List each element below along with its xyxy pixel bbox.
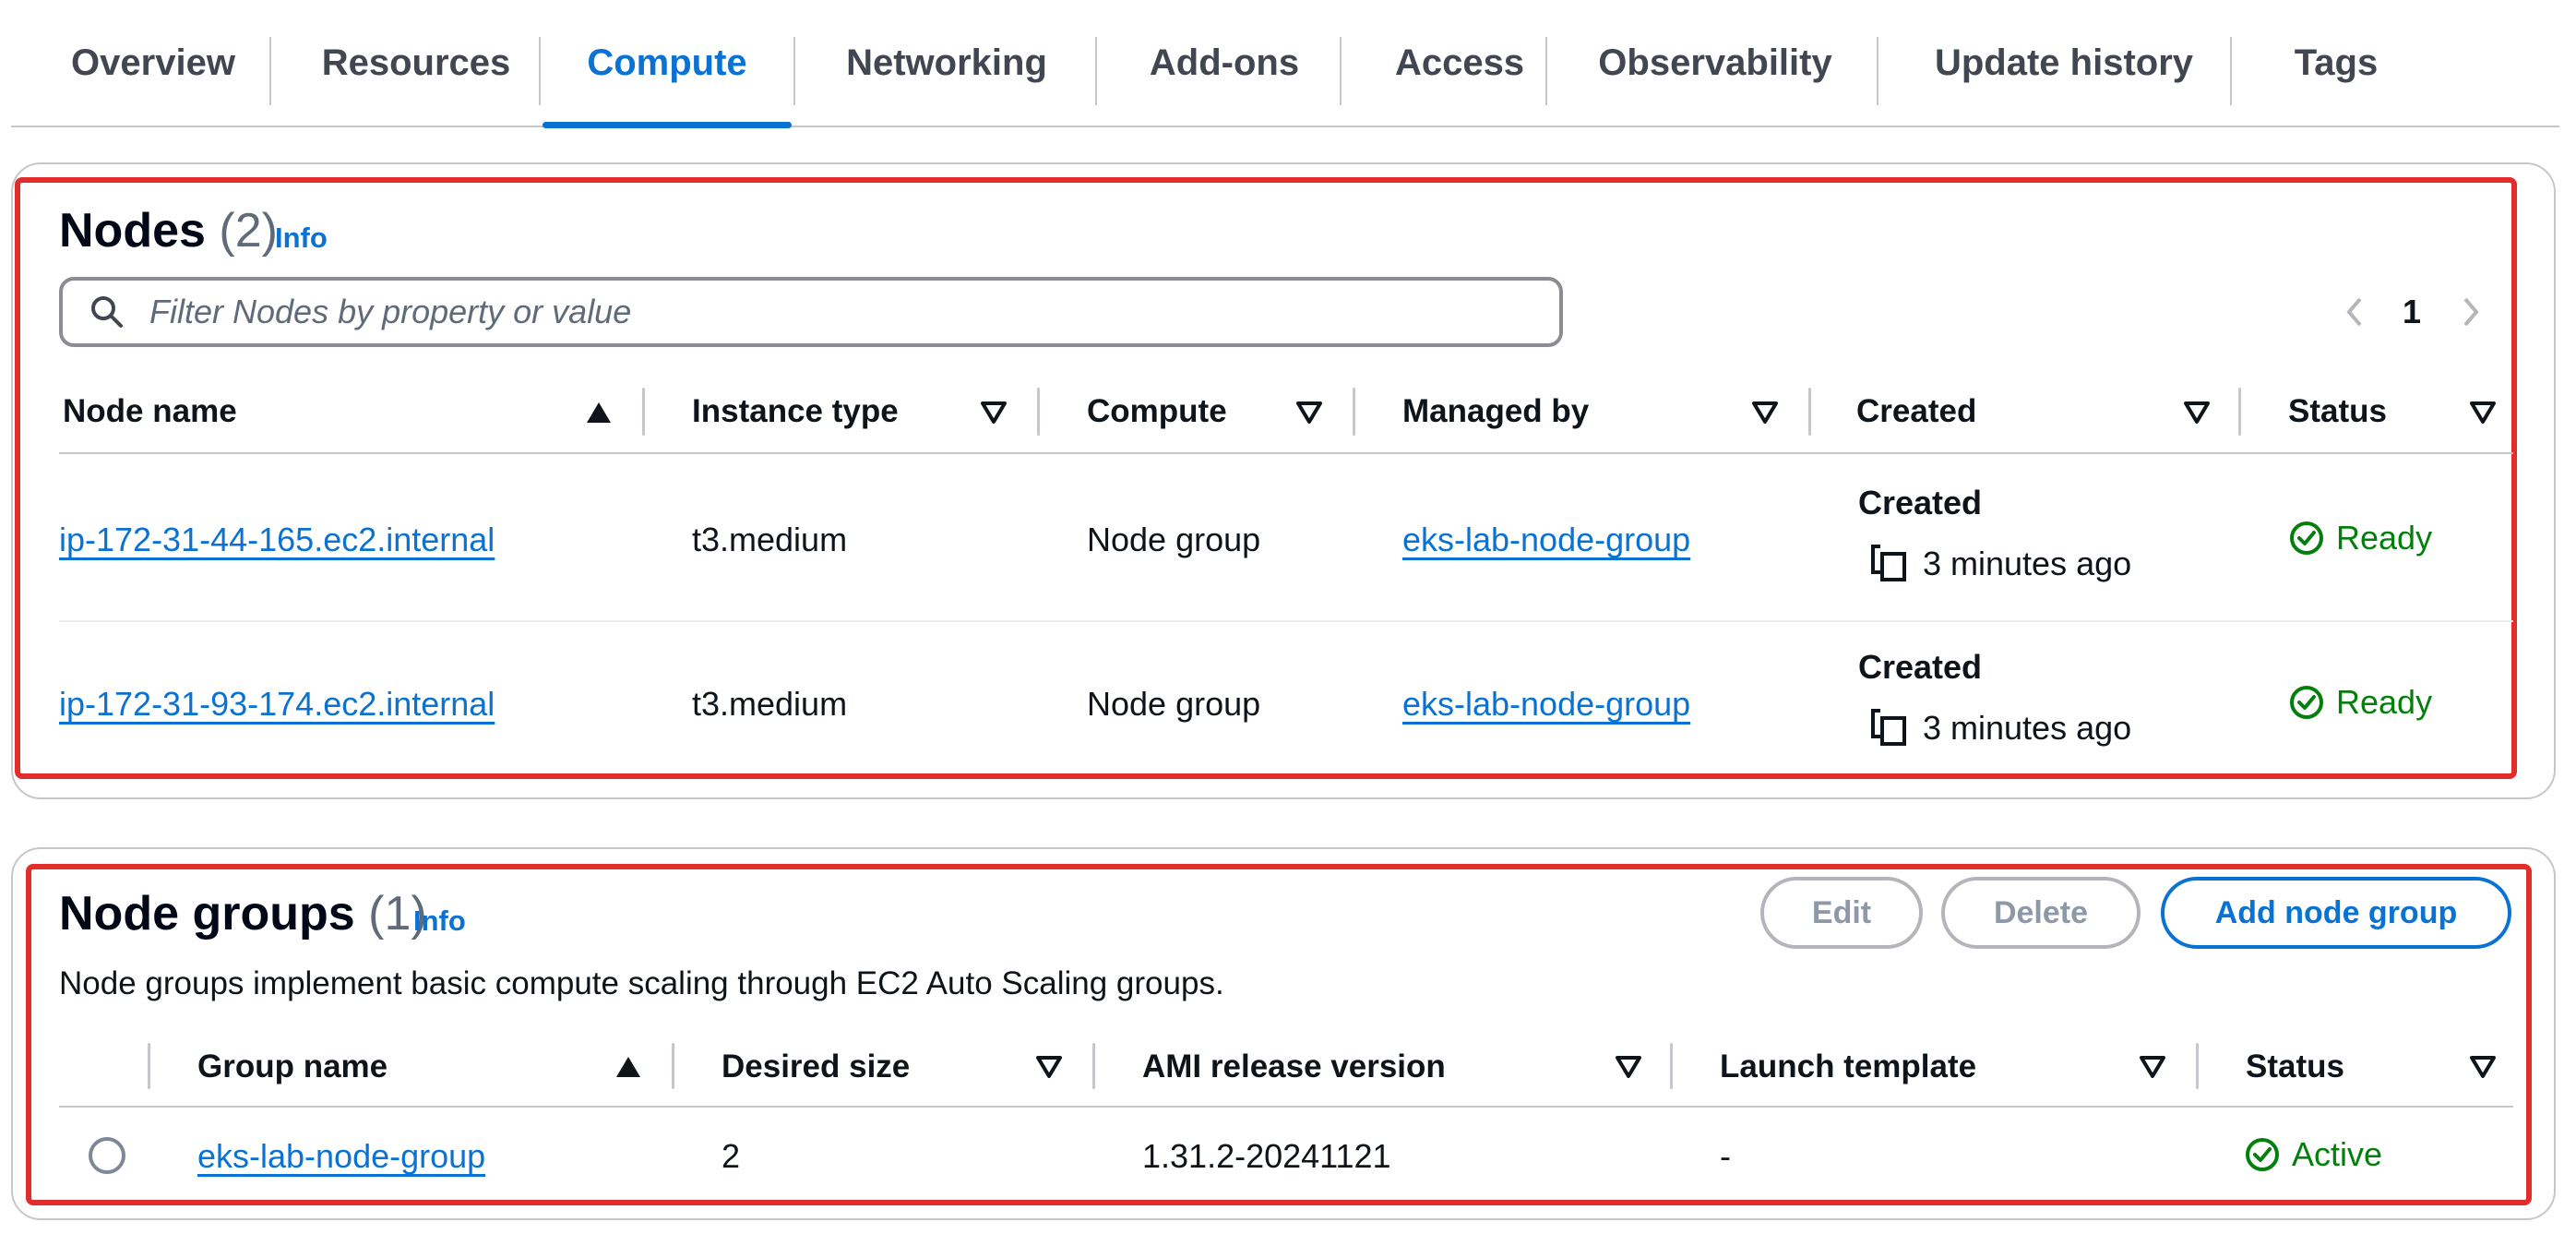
node-groups-description: Node groups implement basic compute scal… (59, 965, 1224, 1001)
status-text: Ready (2336, 683, 2433, 721)
copy-icon[interactable] (1869, 543, 1910, 583)
sort-ascending-icon[interactable] (614, 1055, 642, 1079)
tab-add-ons[interactable]: Add-ons (1108, 0, 1341, 126)
status-badge: Ready (2288, 683, 2432, 722)
nodes-title-text: Nodes (59, 204, 206, 258)
edit-button[interactable]: Edit (1760, 877, 1923, 949)
column-resizer[interactable] (1353, 388, 1355, 436)
sort-icon[interactable] (1615, 1055, 1642, 1079)
created-time: 3 minutes ago (1923, 545, 2132, 582)
tab-divider (1545, 37, 1547, 105)
col-header-group-name[interactable]: Group name (197, 1048, 388, 1085)
sort-icon[interactable] (2139, 1055, 2166, 1079)
col-header-ami-release-version[interactable]: AMI release version (1142, 1048, 1446, 1085)
table-header-divider (59, 1106, 2513, 1108)
tab-divider (269, 37, 271, 105)
tab-tags[interactable]: Tags (2243, 0, 2429, 126)
table-header-divider (59, 452, 2513, 454)
column-resizer[interactable] (1092, 1043, 1095, 1089)
page-number[interactable]: 1 (2403, 293, 2421, 331)
tab-update-history[interactable]: Update history (1890, 0, 2238, 126)
column-resizer[interactable] (1670, 1043, 1673, 1089)
sort-icon[interactable] (2183, 401, 2211, 425)
created-label: Created (1858, 484, 1983, 521)
desired-size-cell: 2 (722, 1137, 741, 1175)
instance-type-cell: t3.medium (692, 521, 848, 558)
copy-icon[interactable] (1869, 707, 1910, 748)
sort-icon[interactable] (1035, 1055, 1063, 1079)
compute-cell: Node group (1087, 521, 1261, 558)
nodes-count: (2) (219, 204, 278, 258)
row-divider (59, 620, 2513, 622)
column-resizer[interactable] (672, 1043, 674, 1089)
delete-button[interactable]: Delete (1941, 877, 2141, 949)
column-resizer[interactable] (642, 388, 645, 436)
col-header-compute[interactable]: Compute (1087, 393, 1227, 430)
col-header-instance-type[interactable]: Instance type (692, 393, 899, 430)
tab-divider (793, 37, 795, 105)
pagination: 1 (2342, 277, 2484, 347)
chevron-left-icon[interactable] (2342, 294, 2369, 330)
chevron-right-icon[interactable] (2456, 294, 2484, 330)
col-header-created[interactable]: Created (1856, 393, 1976, 430)
column-resizer[interactable] (1808, 388, 1811, 436)
tab-divider (1340, 37, 1342, 105)
nodes-filter-input[interactable] (148, 292, 1535, 332)
group-name-link[interactable]: eks-lab-node-group (197, 1137, 485, 1176)
sort-icon[interactable] (980, 401, 1008, 425)
column-resizer[interactable] (2238, 388, 2241, 436)
search-icon (91, 296, 123, 328)
launch-template-cell: - (1720, 1137, 1731, 1175)
sort-icon[interactable] (2469, 1055, 2497, 1079)
col-header-launch-template[interactable]: Launch template (1720, 1048, 1976, 1085)
col-header-desired-size[interactable]: Desired size (722, 1048, 910, 1085)
tab-bar: Overview Resources Compute Networking Ad… (11, 0, 2559, 128)
sort-ascending-icon[interactable] (585, 401, 613, 425)
sort-icon[interactable] (1295, 401, 1323, 425)
check-circle-icon (2290, 521, 2323, 555)
created-label: Created (1858, 648, 1983, 686)
sort-icon[interactable] (1751, 401, 1779, 425)
node-groups-title-text: Node groups (59, 887, 355, 940)
status-badge: Ready (2288, 519, 2432, 557)
column-resizer[interactable] (2196, 1043, 2199, 1089)
tab-divider (539, 37, 541, 105)
col-header-status[interactable]: Status (2246, 1048, 2344, 1085)
managed-by-link[interactable]: eks-lab-node-group (1402, 685, 1690, 724)
check-circle-icon (2290, 686, 2323, 719)
created-time: 3 minutes ago (1923, 709, 2132, 747)
compute-cell: Node group (1087, 685, 1261, 723)
managed-by-link[interactable]: eks-lab-node-group (1402, 521, 1690, 559)
nodes-title: Nodes (2) (59, 203, 278, 258)
tab-observability[interactable]: Observability (1558, 0, 1872, 126)
node-groups-title: Node groups (1) (59, 886, 427, 941)
tab-networking[interactable]: Networking (806, 0, 1087, 126)
status-badge: Active (2244, 1135, 2382, 1174)
status-text: Active (2292, 1135, 2383, 1173)
tab-overview[interactable]: Overview (39, 0, 268, 126)
col-header-node-name[interactable]: Node name (63, 393, 237, 430)
tab-divider (2230, 37, 2232, 105)
nodes-filter-field[interactable] (59, 277, 1563, 347)
sort-icon[interactable] (2469, 401, 2497, 425)
tab-divider (1095, 37, 1097, 105)
ami-version-cell: 1.31.2-20241121 (1142, 1137, 1391, 1175)
node-name-link[interactable]: ip-172-31-93-174.ec2.internal (59, 685, 495, 724)
tab-divider (1877, 37, 1878, 105)
tab-access[interactable]: Access (1353, 0, 1567, 126)
nodes-info-link[interactable]: Info (275, 222, 328, 255)
node-name-link[interactable]: ip-172-31-44-165.ec2.internal (59, 521, 495, 559)
add-node-group-button[interactable]: Add node group (2161, 877, 2511, 949)
col-header-managed-by[interactable]: Managed by (1402, 393, 1589, 430)
node-groups-info-link[interactable]: Info (413, 905, 466, 938)
instance-type-cell: t3.medium (692, 685, 848, 723)
column-resizer[interactable] (148, 1043, 150, 1089)
col-header-status[interactable]: Status (2288, 393, 2387, 430)
row-select-radio[interactable] (89, 1137, 125, 1174)
column-resizer[interactable] (1037, 388, 1040, 436)
check-circle-icon (2246, 1138, 2279, 1171)
tab-compute[interactable]: Compute (543, 0, 792, 128)
tab-resources[interactable]: Resources (282, 0, 550, 126)
status-text: Ready (2336, 519, 2433, 557)
